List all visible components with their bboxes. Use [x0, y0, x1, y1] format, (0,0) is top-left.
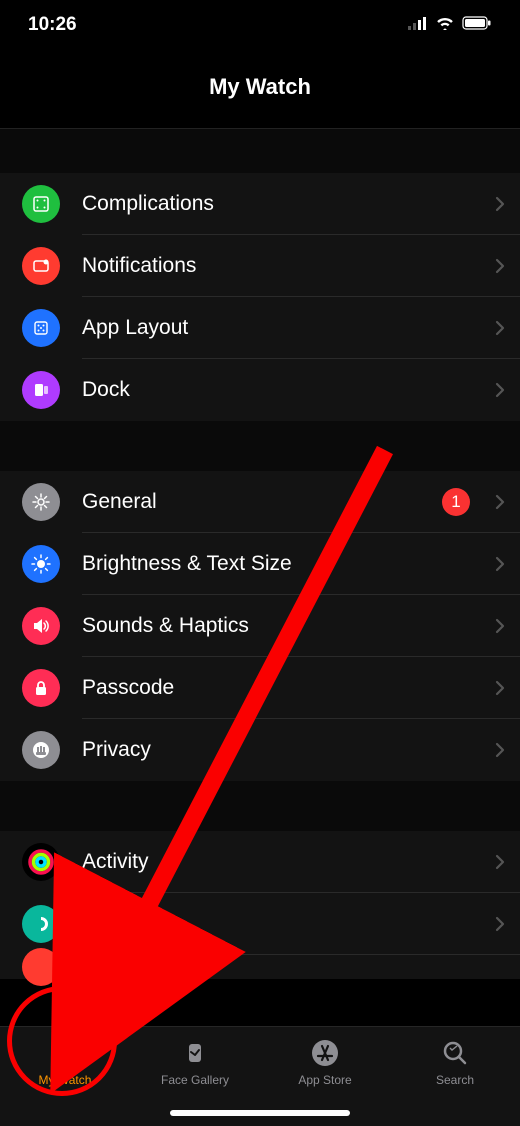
row-privacy[interactable]: Privacy — [0, 719, 520, 781]
partial-icon — [22, 948, 60, 986]
section-spacer — [0, 781, 520, 831]
settings-section-3: Activity Breathe — [0, 831, 520, 979]
chevron-right-icon — [480, 556, 520, 572]
privacy-icon — [22, 731, 60, 769]
home-indicator[interactable] — [170, 1110, 350, 1116]
row-brightness[interactable]: Brightness & Text Size — [0, 533, 520, 595]
activity-icon — [22, 843, 60, 881]
chevron-right-icon — [480, 854, 520, 870]
chevron-right-icon — [480, 494, 520, 510]
tab-app-store[interactable]: App Store — [260, 1037, 390, 1087]
status-bar: 10:26 — [0, 0, 520, 50]
row-app-layout[interactable]: App Layout — [0, 297, 520, 359]
tab-search[interactable]: Search — [390, 1037, 520, 1087]
app-layout-icon — [22, 309, 60, 347]
row-label: Breathe — [82, 912, 480, 936]
row-sounds[interactable]: Sounds & Haptics — [0, 595, 520, 657]
tab-face-gallery[interactable]: Face Gallery — [130, 1037, 260, 1087]
row-general[interactable]: General 1 — [0, 471, 520, 533]
row-label: App Layout — [82, 316, 480, 340]
tab-label: Face Gallery — [161, 1073, 229, 1087]
notification-badge: 1 — [442, 488, 470, 516]
row-label: Dock — [82, 378, 480, 402]
battery-icon — [462, 14, 492, 36]
row-label: Notifications — [82, 254, 480, 278]
row-activity[interactable]: Activity — [0, 831, 520, 893]
chevron-right-icon — [480, 258, 520, 274]
notifications-icon — [22, 247, 60, 285]
app-store-icon — [310, 1037, 340, 1069]
cellular-icon — [408, 14, 428, 36]
search-icon — [441, 1037, 469, 1069]
tab-my-watch[interactable]: 1 My Watch — [0, 1037, 130, 1087]
complications-icon — [22, 185, 60, 223]
breathe-icon — [22, 905, 60, 943]
chevron-right-icon — [480, 382, 520, 398]
tab-badge: 1 — [67, 1033, 89, 1055]
chevron-right-icon — [480, 618, 520, 634]
row-next[interactable] — [0, 955, 520, 979]
row-label: General — [82, 490, 442, 514]
row-dock[interactable]: Dock — [0, 359, 520, 421]
chevron-right-icon — [480, 916, 520, 932]
chevron-right-icon — [480, 320, 520, 336]
settings-section-1: Complications Notifications App Layout D… — [0, 173, 520, 421]
section-spacer — [0, 129, 520, 173]
row-passcode[interactable]: Passcode — [0, 657, 520, 719]
tab-label: Search — [436, 1073, 474, 1087]
brightness-icon — [22, 545, 60, 583]
tab-label: My Watch — [39, 1073, 92, 1087]
row-complications[interactable]: Complications — [0, 173, 520, 235]
settings-section-2: General 1 Brightness & Text Size Sounds … — [0, 471, 520, 781]
section-spacer — [0, 421, 520, 471]
status-indicators — [408, 14, 492, 36]
row-label: Activity — [82, 850, 480, 874]
row-label: Passcode — [82, 676, 480, 700]
general-icon — [22, 483, 60, 521]
dock-icon — [22, 371, 60, 409]
row-breathe[interactable]: Breathe — [0, 893, 520, 955]
row-label: Brightness & Text Size — [82, 552, 480, 576]
status-time: 10:26 — [28, 14, 77, 36]
row-label: Privacy — [82, 738, 480, 762]
chevron-right-icon — [480, 196, 520, 212]
chevron-right-icon — [480, 742, 520, 758]
row-label: Sounds & Haptics — [82, 614, 480, 638]
page-title: My Watch — [0, 50, 520, 129]
row-label: Complications — [82, 192, 480, 216]
chevron-right-icon — [480, 680, 520, 696]
row-notifications[interactable]: Notifications — [0, 235, 520, 297]
face-gallery-icon — [181, 1037, 209, 1069]
passcode-icon — [22, 669, 60, 707]
sounds-icon — [22, 607, 60, 645]
tab-label: App Store — [298, 1073, 351, 1087]
wifi-icon — [435, 14, 455, 36]
